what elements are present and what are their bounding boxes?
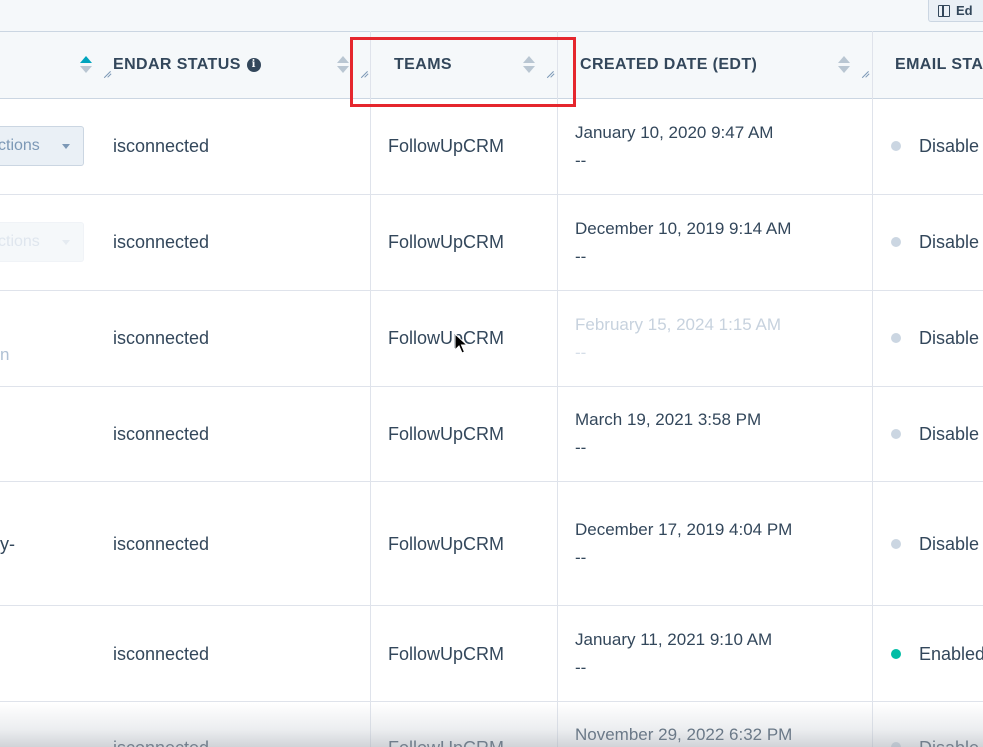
- actions-label: ctions: [0, 137, 40, 154]
- email-status-cell: Disable: [919, 738, 979, 747]
- created-date-sub: --: [575, 438, 587, 457]
- column-header-label: ENDAR STATUS: [113, 56, 241, 73]
- teams-cell: FollowUpCRM: [388, 424, 505, 444]
- column-header-label: EMAIL STA: [895, 56, 983, 73]
- calendar-status-cell: isconnected: [113, 232, 210, 252]
- email-status-dot: [891, 141, 901, 151]
- column-header-email-status[interactable]: EMAIL STA: [895, 32, 983, 98]
- name-cell-fragment: y-: [0, 534, 15, 554]
- email-status-cell: Disable: [919, 328, 980, 348]
- calendar-status-cell: isconnected: [113, 738, 209, 747]
- email-status-dot: [891, 237, 901, 247]
- teams-cell: FollowUpCRM: [388, 232, 505, 252]
- caret-down-icon: [62, 144, 70, 149]
- created-date-sub: --: [575, 548, 587, 567]
- column-header-created-date[interactable]: CREATED DATE (EDT): [580, 32, 872, 98]
- table-row[interactable]: n isconnected FollowUpCRM February 15, 2…: [0, 291, 983, 387]
- column-header-calendar-status[interactable]: ENDAR STATUS i: [113, 32, 371, 98]
- sort-icon[interactable]: [337, 56, 349, 74]
- created-date-sub: --: [575, 247, 587, 266]
- column-header-label: CREATED DATE (EDT): [580, 56, 758, 73]
- calendar-status-cell: isconnected: [113, 424, 210, 444]
- actions-dropdown[interactable]: ctions: [0, 126, 84, 166]
- email-status-cell: Disable: [919, 136, 980, 156]
- info-icon[interactable]: i: [246, 58, 261, 72]
- table-row[interactable]: isconnected FollowUpCRM March 19, 2021 3…: [0, 387, 983, 482]
- column-resize-handle[interactable]: [102, 68, 112, 78]
- created-date-cell: November 29, 2022 6:32 PM: [575, 725, 793, 744]
- table-row[interactable]: isconnected FollowUpCRM November 29, 202…: [0, 702, 983, 747]
- calendar-status-cell: isconnected: [113, 644, 210, 664]
- table-row[interactable]: y- isconnected FollowUpCRM December 17, …: [0, 482, 983, 606]
- mouse-cursor-icon: [454, 333, 468, 354]
- created-date-cell: January 11, 2021 9:10 AM: [575, 630, 773, 649]
- table-row[interactable]: ctions isconnected FollowUpCRM January 1…: [0, 99, 983, 195]
- created-date-sub: --: [575, 151, 587, 170]
- teams-cell: FollowUpCRM: [388, 738, 504, 747]
- email-status-dot: [891, 649, 901, 659]
- created-date-cell: December 17, 2019 4:04 PM: [575, 520, 793, 539]
- email-status-dot: [891, 333, 901, 343]
- calendar-status-cell: isconnected: [113, 328, 210, 348]
- email-status-dot: [891, 539, 901, 549]
- teams-cell: FollowUpCRM: [388, 136, 505, 156]
- column-resize-handle[interactable]: [860, 68, 870, 78]
- teams-cell: FollowUpCRM: [388, 534, 505, 554]
- actions-dropdown[interactable]: ctions: [0, 222, 84, 262]
- teams-cell: FollowUpCRM: [388, 644, 505, 664]
- calendar-status-cell: isconnected: [113, 136, 210, 156]
- email-status-dot: [891, 742, 901, 747]
- sort-icon[interactable]: [80, 56, 92, 74]
- edit-columns-label: Ed: [956, 3, 973, 18]
- calendar-status-cell: isconnected: [113, 534, 210, 554]
- email-status-dot: [891, 429, 901, 439]
- edit-columns-button[interactable]: Ed: [928, 0, 983, 22]
- table-toolbar: Ed: [0, 0, 983, 31]
- created-date-sub: --: [575, 658, 587, 677]
- email-status-cell: Disable: [919, 534, 980, 554]
- created-date-cell: December 10, 2019 9:14 AM: [575, 219, 792, 238]
- teams-cell: FollowUpCRM: [388, 328, 505, 348]
- columns-icon: [938, 4, 950, 17]
- email-status-cell: Enabled: [919, 644, 983, 664]
- actions-label: ctions: [0, 233, 40, 250]
- email-status-cell: Disable: [919, 424, 980, 444]
- name-cell-fragment: n: [0, 345, 10, 364]
- email-status-cell: Disable: [919, 232, 980, 252]
- table-row[interactable]: isconnected FollowUpCRM January 11, 2021…: [0, 606, 983, 702]
- created-date-cell: March 19, 2021 3:58 PM: [575, 410, 762, 429]
- sort-icon[interactable]: [838, 56, 850, 74]
- caret-down-icon: [62, 240, 70, 245]
- created-date-cell: February 15, 2024 1:15 AM: [575, 315, 782, 334]
- created-date-cell: January 10, 2020 9:47 AM: [575, 123, 774, 142]
- teams-header-highlight: [350, 37, 576, 107]
- table-row[interactable]: ctions isconnected FollowUpCRM December …: [0, 195, 983, 291]
- created-date-sub: --: [575, 343, 587, 362]
